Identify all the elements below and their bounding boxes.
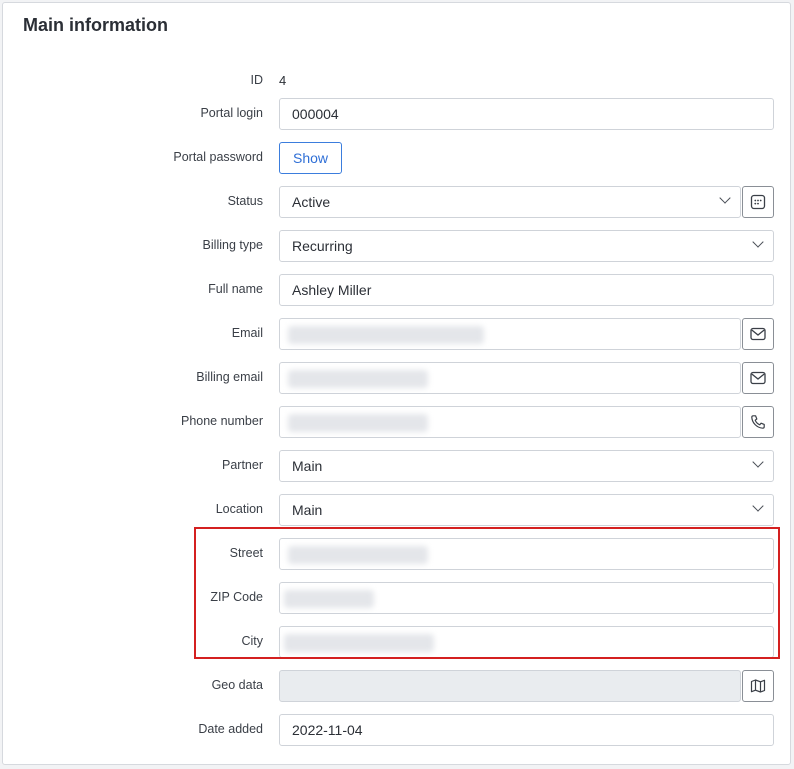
id-label: ID xyxy=(250,73,264,87)
mail-icon xyxy=(750,327,766,341)
geo-data-label: Geo data xyxy=(211,678,263,692)
email-mail-button[interactable] xyxy=(742,318,774,350)
status-row: Status Active xyxy=(3,186,792,218)
redacted-zip xyxy=(284,590,374,608)
partner-label: Partner xyxy=(222,458,263,472)
redacted-phone xyxy=(288,414,428,432)
zip-code-label: ZIP Code xyxy=(210,590,263,604)
chevron-down-icon xyxy=(719,192,731,204)
portal-password-label: Portal password xyxy=(173,150,263,164)
partner-row: Partner Main xyxy=(3,450,792,482)
portal-login-input[interactable]: 000004 xyxy=(279,98,774,130)
billing-type-value: Recurring xyxy=(292,238,353,254)
billing-email-row: Billing email xyxy=(3,362,792,394)
billing-type-select[interactable]: Recurring xyxy=(279,230,774,262)
city-label: City xyxy=(241,634,263,648)
location-value: Main xyxy=(292,502,323,518)
geo-data-input xyxy=(279,670,741,702)
billing-type-label: Billing type xyxy=(202,238,263,252)
phone-call-button[interactable] xyxy=(742,406,774,438)
phone-number-input[interactable] xyxy=(279,406,741,438)
calendar-icon xyxy=(750,194,766,210)
email-row: Email xyxy=(3,318,792,350)
billing-email-mail-button[interactable] xyxy=(742,362,774,394)
partner-value: Main xyxy=(292,458,323,474)
chevron-down-icon xyxy=(752,500,764,512)
geo-map-button[interactable] xyxy=(742,670,774,702)
portal-login-label: Portal login xyxy=(200,106,263,120)
chevron-down-icon xyxy=(752,456,764,468)
redacted-email xyxy=(288,326,484,344)
location-label: Location xyxy=(215,502,263,516)
date-added-label: Date added xyxy=(198,722,263,736)
redacted-street xyxy=(288,546,428,564)
street-input[interactable] xyxy=(279,538,774,570)
phone-icon xyxy=(750,414,766,430)
date-added-input[interactable]: 2022-11-04 xyxy=(279,714,774,746)
redacted-billing-email xyxy=(288,370,428,388)
status-calendar-button[interactable] xyxy=(742,186,774,218)
date-added-row: Date added 2022-11-04 xyxy=(3,714,792,746)
zip-code-input[interactable] xyxy=(279,582,774,614)
billing-type-row: Billing type Recurring xyxy=(3,230,792,262)
billing-email-input[interactable] xyxy=(279,362,741,394)
street-row: Street xyxy=(3,538,792,570)
status-select[interactable]: Active xyxy=(279,186,741,218)
billing-email-label: Billing email xyxy=(196,370,263,384)
portal-password-row: Portal password Show xyxy=(3,142,792,174)
map-icon xyxy=(750,678,766,694)
main-information-panel: Main information ID 4 Portal login 00000… xyxy=(2,2,791,765)
full-name-input[interactable]: Ashley Miller xyxy=(279,274,774,306)
email-label: Email xyxy=(231,326,263,340)
mail-icon xyxy=(750,371,766,385)
id-value: 4 xyxy=(279,73,287,88)
partner-select[interactable]: Main xyxy=(279,450,774,482)
street-label: Street xyxy=(229,546,263,560)
section-title: Main information xyxy=(23,15,168,35)
redacted-city xyxy=(284,634,434,652)
location-row: Location Main xyxy=(3,494,792,526)
location-select[interactable]: Main xyxy=(279,494,774,526)
phone-number-label: Phone number xyxy=(180,414,263,428)
full-name-row: Full name Ashley Miller xyxy=(3,274,792,306)
full-name-label: Full name xyxy=(208,282,263,296)
email-input[interactable] xyxy=(279,318,741,350)
portal-login-row: Portal login 000004 xyxy=(3,98,792,130)
phone-number-row: Phone number xyxy=(3,406,792,438)
city-row: City xyxy=(3,626,792,658)
geo-data-row: Geo data xyxy=(3,670,792,702)
show-password-button[interactable]: Show xyxy=(279,142,342,174)
id-row: ID 4 xyxy=(3,65,792,97)
status-label: Status xyxy=(227,194,263,208)
zip-code-row: ZIP Code xyxy=(3,582,792,614)
city-input[interactable] xyxy=(279,626,774,658)
status-value: Active xyxy=(292,194,331,210)
chevron-down-icon xyxy=(752,236,764,248)
